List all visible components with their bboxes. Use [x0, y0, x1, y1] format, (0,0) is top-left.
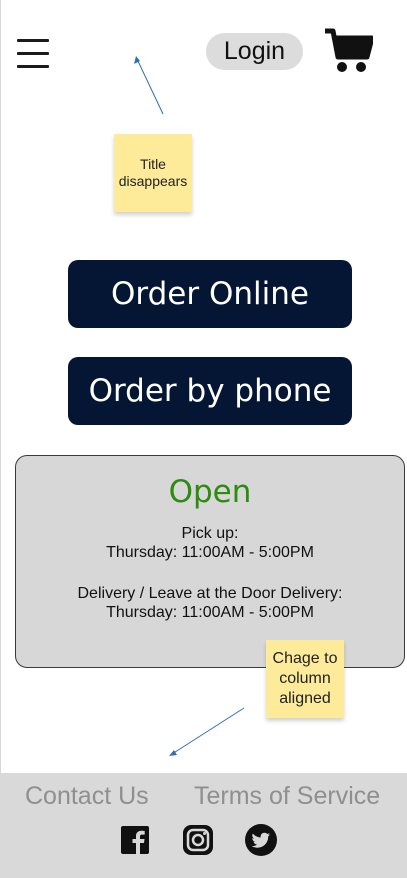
- order-by-phone-button[interactable]: Order by phone: [68, 357, 352, 425]
- delivery-hours: Thursday: 11:00AM - 5:00PM: [106, 604, 314, 621]
- login-button[interactable]: Login: [206, 33, 303, 70]
- sticky-note-text: Chage to column aligned: [272, 650, 338, 707]
- footer: Contact Us Terms of Service: [1, 773, 407, 878]
- terms-of-service-link[interactable]: Terms of Service: [194, 782, 380, 811]
- shopping-cart-icon[interactable]: [323, 27, 375, 73]
- mobile-page: Login Title disappears Order Online Orde…: [0, 0, 407, 878]
- twitter-icon[interactable]: [243, 824, 277, 856]
- contact-us-link[interactable]: Contact Us: [25, 782, 149, 811]
- pickup-label: Pick up:: [181, 525, 239, 542]
- instagram-icon[interactable]: [182, 824, 214, 856]
- annotation-arrows: [134, 56, 245, 756]
- hours-card: Open Pick up: Thursday: 11:00AM - 5:00PM…: [15, 455, 405, 668]
- pickup-hours: Thursday: 11:00AM - 5:00PM: [106, 544, 314, 561]
- facebook-icon[interactable]: [119, 824, 151, 856]
- sticky-note-title: Title disappears: [114, 134, 192, 212]
- sticky-note-text: Title disappears: [118, 156, 188, 189]
- open-status: Open: [168, 474, 252, 510]
- order-online-button[interactable]: Order Online: [68, 260, 352, 328]
- delivery-label: Delivery / Leave at the Door Delivery:: [77, 585, 343, 602]
- sticky-note-column: Chage to column aligned: [266, 640, 344, 718]
- hamburger-menu-icon[interactable]: [17, 39, 49, 69]
